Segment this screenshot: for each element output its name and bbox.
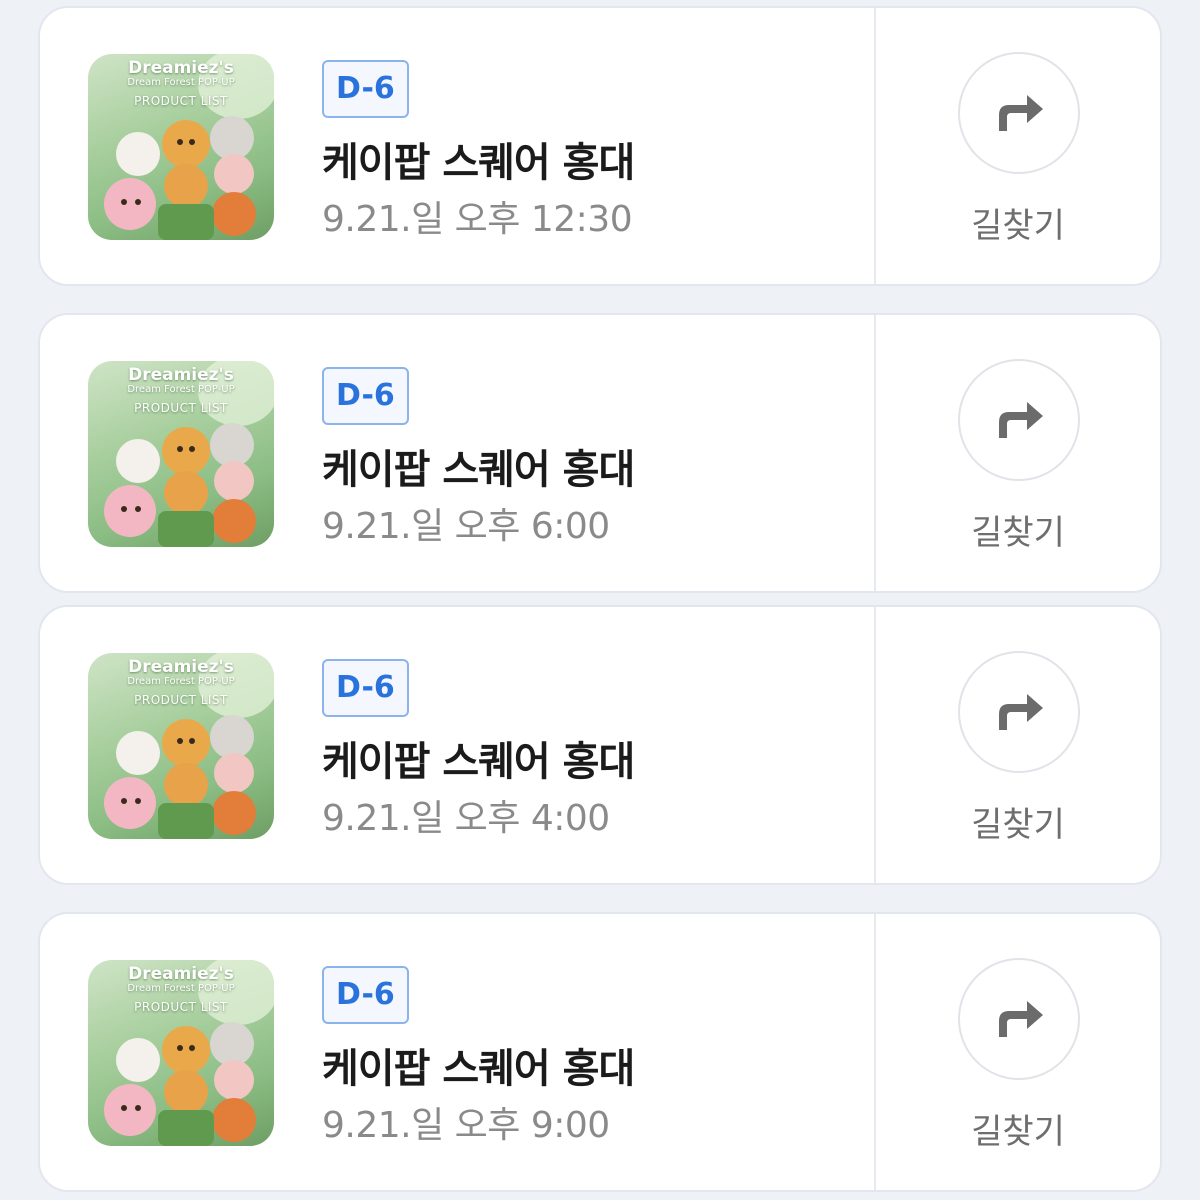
directions-section: 길찾기 [874,8,1160,284]
thumbnail-subtitle: Dream Forest POP-UP [127,676,235,687]
thumbnail-subtitle: Dream Forest POP-UP [127,77,235,88]
turn-right-arrow-icon [999,402,1043,438]
thumbnail-list-label: PRODUCT LIST [134,1000,228,1014]
turn-right-arrow-icon [999,95,1043,131]
thumbnail-title: Dreamiez's [128,365,234,385]
reservation-card[interactable]: Dreamiez's Dream Forest POP-UP PRODUCT L… [38,313,1162,593]
directions-section: 길찾기 [874,914,1160,1190]
venue-name: 케이팝 스퀘어 홍대 [322,140,635,186]
d-day-badge: D-6 [322,367,409,425]
directions-button[interactable] [958,359,1080,481]
thumbnail-subtitle: Dream Forest POP-UP [127,983,235,994]
thumbnail-list-label: PRODUCT LIST [134,693,228,707]
reservation-card[interactable]: Dreamiez's Dream Forest POP-UP PRODUCT L… [38,912,1162,1192]
directions-section: 길찾기 [874,315,1160,591]
directions-section: 길찾기 [874,607,1160,883]
reservation-card[interactable]: Dreamiez's Dream Forest POP-UP PRODUCT L… [38,6,1162,286]
card-content[interactable]: Dreamiez's Dream Forest POP-UP PRODUCT L… [40,607,874,883]
venue-name: 케이팝 스퀘어 홍대 [322,1046,635,1092]
card-content[interactable]: Dreamiez's Dream Forest POP-UP PRODUCT L… [40,914,874,1190]
thumbnail-list-label: PRODUCT LIST [134,94,228,108]
d-day-badge: D-6 [322,659,409,717]
directions-label[interactable]: 길찾기 [876,505,1160,554]
event-datetime: 9.21.일 오후 4:00 [322,798,610,839]
thumbnail-title: Dreamiez's [128,964,234,984]
thumbnail-title: Dreamiez's [128,58,234,78]
event-datetime: 9.21.일 오후 9:00 [322,1105,610,1146]
d-day-badge: D-6 [322,966,409,1024]
event-thumbnail: Dreamiez's Dream Forest POP-UP PRODUCT L… [88,54,274,240]
reservation-card[interactable]: Dreamiez's Dream Forest POP-UP PRODUCT L… [38,605,1162,885]
card-content[interactable]: Dreamiez's Dream Forest POP-UP PRODUCT L… [40,8,874,284]
turn-right-arrow-icon [999,694,1043,730]
turn-right-arrow-icon [999,1001,1043,1037]
event-datetime: 9.21.일 오후 12:30 [322,199,633,240]
venue-name: 케이팝 스퀘어 홍대 [322,739,635,785]
event-datetime: 9.21.일 오후 6:00 [322,506,610,547]
event-thumbnail: Dreamiez's Dream Forest POP-UP PRODUCT L… [88,653,274,839]
directions-button[interactable] [958,52,1080,174]
directions-button[interactable] [958,651,1080,773]
directions-label[interactable]: 길찾기 [876,1104,1160,1153]
venue-name: 케이팝 스퀘어 홍대 [322,447,635,493]
thumbnail-title: Dreamiez's [128,657,234,677]
event-thumbnail: Dreamiez's Dream Forest POP-UP PRODUCT L… [88,361,274,547]
directions-label[interactable]: 길찾기 [876,797,1160,846]
thumbnail-subtitle: Dream Forest POP-UP [127,384,235,395]
directions-label[interactable]: 길찾기 [876,198,1160,247]
reservation-list: Dreamiez's Dream Forest POP-UP PRODUCT L… [0,0,1200,1200]
event-thumbnail: Dreamiez's Dream Forest POP-UP PRODUCT L… [88,960,274,1146]
card-content[interactable]: Dreamiez's Dream Forest POP-UP PRODUCT L… [40,315,874,591]
d-day-badge: D-6 [322,60,409,118]
thumbnail-list-label: PRODUCT LIST [134,401,228,415]
directions-button[interactable] [958,958,1080,1080]
